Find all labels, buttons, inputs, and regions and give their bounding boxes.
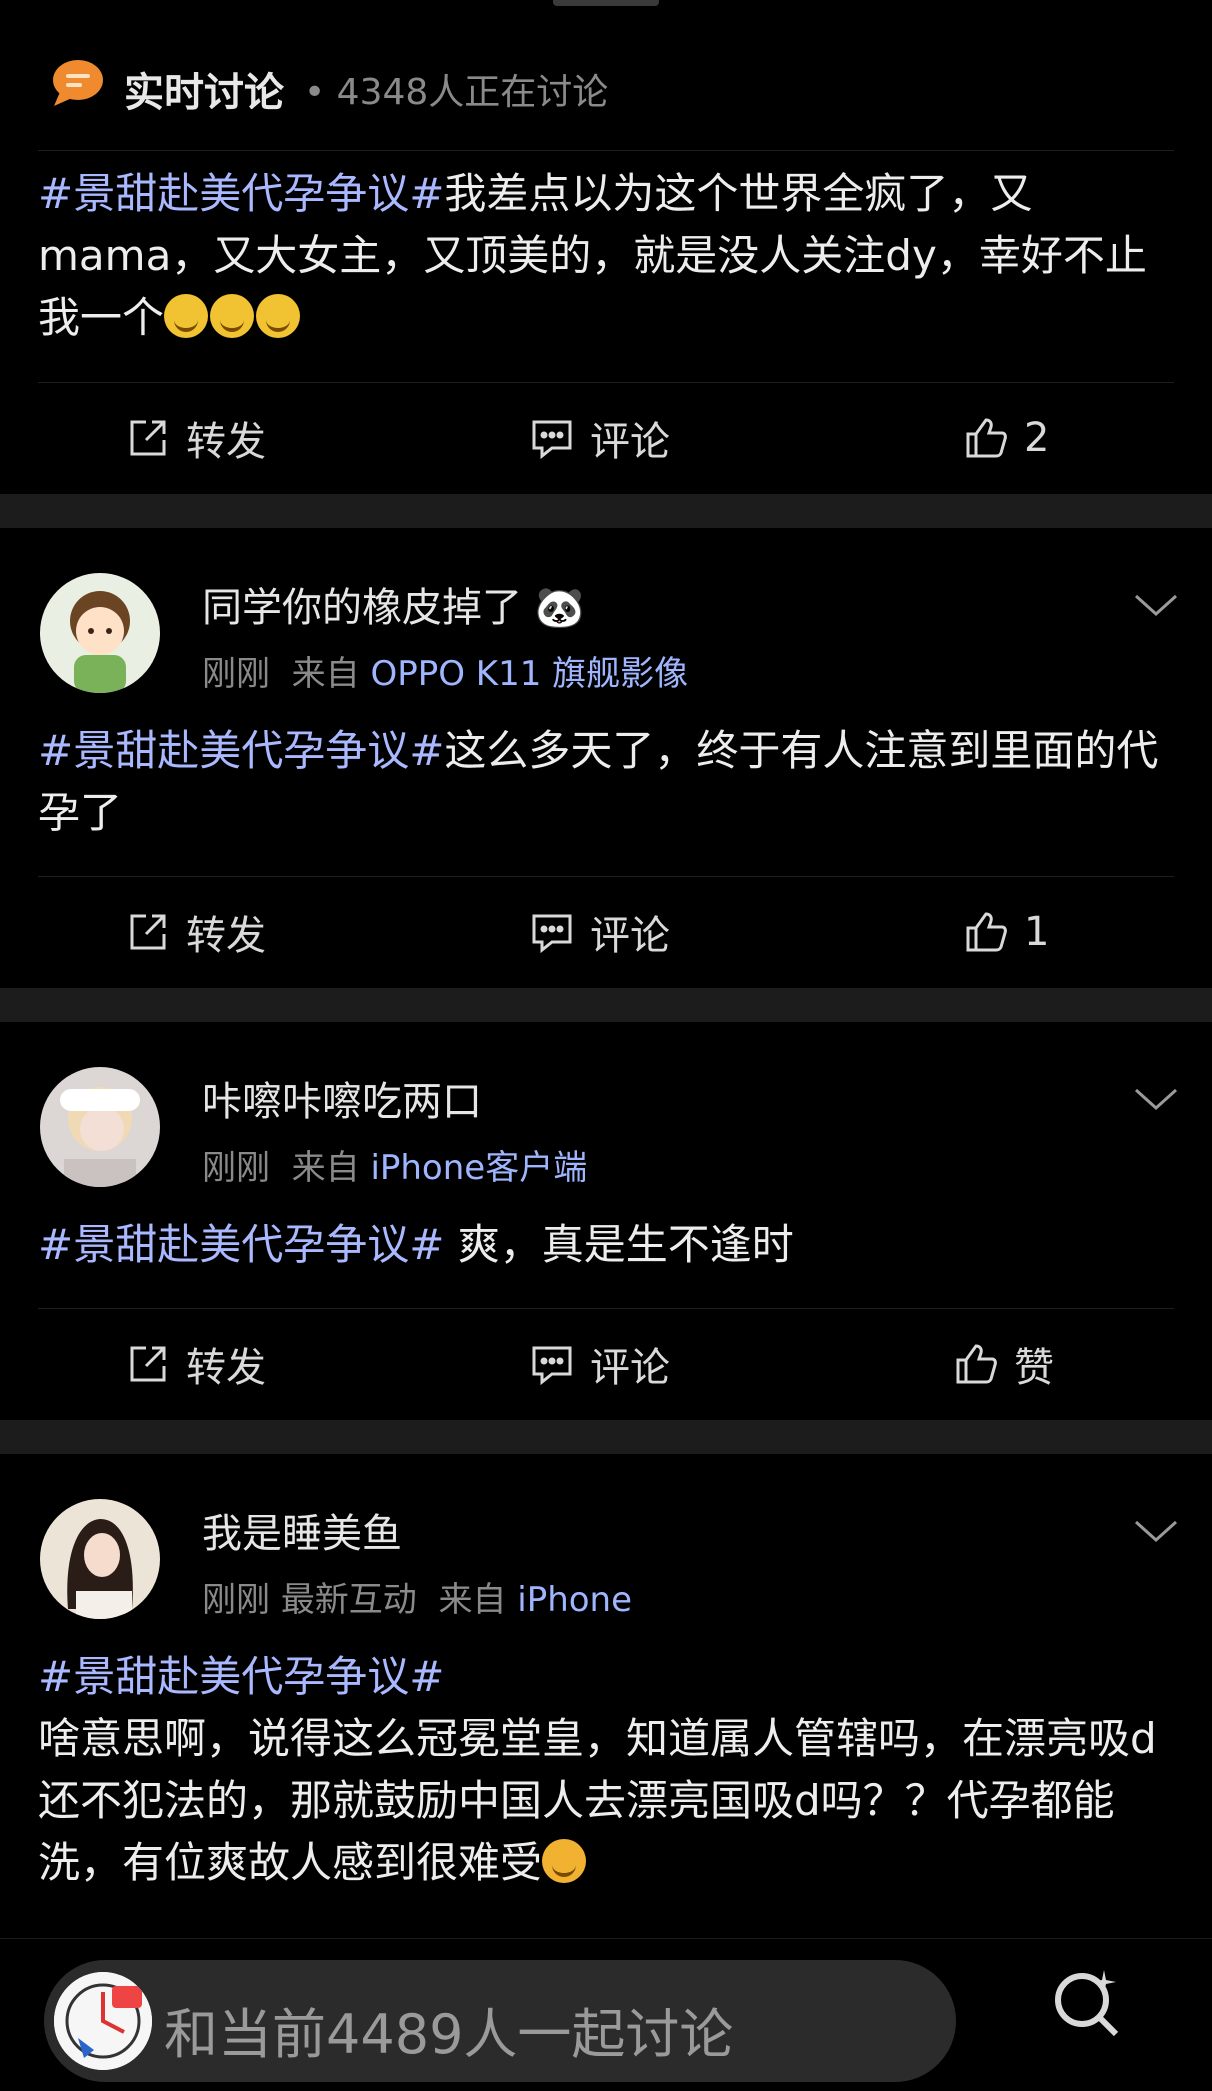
divider: [38, 150, 1174, 151]
post-time: 刚刚: [202, 1580, 270, 1620]
repost-icon: [130, 420, 166, 456]
like-count: 2: [1024, 415, 1050, 461]
topic-tag[interactable]: #景甜赴美代孕争议#: [38, 726, 444, 775]
chevron-down-icon[interactable]: [1132, 590, 1180, 620]
live-discussion-title: 实时讨论: [124, 70, 284, 116]
avatar[interactable]: [40, 1067, 160, 1187]
repost-icon: [130, 914, 166, 950]
post-source[interactable]: iPhone: [517, 1580, 632, 1620]
divider: [38, 1308, 1174, 1309]
username[interactable]: 同学你的橡皮掉了 🐼: [202, 575, 585, 633]
username[interactable]: 咔嚓咔嚓吃两口: [202, 1069, 482, 1127]
post-actions: 转发 评论 2: [0, 398, 1212, 478]
discussion-placeholder: 和当前4489人一起讨论: [164, 2003, 734, 2066]
post-separator: [0, 988, 1212, 1022]
post-body: #景甜赴美代孕争议#我差点以为这个世界全疯了，又mama，又大女主，又顶美的，就…: [38, 163, 1174, 349]
post-source[interactable]: OPPO K11 旗舰影像: [370, 654, 688, 694]
post-actions: 转发 评论 1: [0, 892, 1212, 972]
like-button[interactable]: 1: [962, 892, 1049, 972]
chevron-down-icon[interactable]: [1132, 1084, 1180, 1114]
post-source[interactable]: iPhone客户端: [370, 1148, 587, 1188]
post-body: #景甜赴美代孕争议#这么多天了，终于有人注意到里面的代孕了: [38, 720, 1174, 844]
like-label: 赞: [1014, 1345, 1054, 1391]
grin-emoji: [256, 294, 301, 338]
grin-emoji: [164, 294, 209, 338]
repost-button[interactable]: 转发: [124, 1324, 266, 1404]
post-text: 啥意思啊，说得这么冠冕堂皇，知道属人管辖吗，在漂亮吸d还不犯法的，那就鼓励中国人…: [38, 1714, 1157, 1887]
from-label: 来自: [291, 1148, 360, 1188]
comment-label: 评论: [590, 1345, 670, 1391]
from-label: 来自: [291, 654, 360, 694]
avatar[interactable]: [40, 573, 160, 693]
thumbs-up-icon: [966, 418, 1007, 458]
repost-button[interactable]: 转发: [124, 892, 266, 972]
chat-bubble-icon: [53, 60, 103, 106]
topic-tag[interactable]: #景甜赴美代孕争议#: [38, 1646, 1174, 1708]
from-label: 来自: [438, 1580, 507, 1620]
repost-label: 转发: [186, 419, 266, 465]
live-discussion-count: • 4348人正在讨论: [304, 72, 609, 113]
like-button[interactable]: 2: [962, 398, 1049, 478]
post-actions: 转发 评论 赞: [0, 1324, 1212, 1404]
comment-icon: [532, 420, 572, 460]
divider: [38, 382, 1174, 383]
like-count: 1: [1024, 909, 1050, 955]
live-discussion-header: 实时讨论 • 4348人正在讨论: [0, 0, 1212, 150]
post-meta: 刚刚 来自 iPhone客户端: [202, 1140, 587, 1189]
comment-icon: [532, 1346, 572, 1386]
repost-icon: [130, 1346, 166, 1382]
post-separator: [0, 494, 1212, 528]
avatar[interactable]: [40, 1499, 160, 1619]
divider: [38, 876, 1174, 877]
comment-button[interactable]: 评论: [528, 398, 670, 478]
comment-label: 评论: [590, 419, 670, 465]
post-time: 刚刚: [202, 1148, 270, 1188]
search-sparkle-icon[interactable]: [1048, 1960, 1128, 2040]
post-text: 爽，真是生不逢时: [444, 1220, 794, 1269]
thumbs-up-icon: [956, 1344, 997, 1384]
post-meta: 刚刚 来自 OPPO K11 旗舰影像: [202, 646, 688, 695]
topic-tag[interactable]: #景甜赴美代孕争议#: [38, 1220, 444, 1269]
grin-emoji: [210, 294, 255, 338]
repost-label: 转发: [186, 913, 266, 959]
like-button[interactable]: 赞: [952, 1324, 1054, 1404]
repost-label: 转发: [186, 1345, 266, 1391]
dizzy-emoji: [542, 1839, 587, 1883]
post-meta: 刚刚 最新互动 来自 iPhone: [202, 1572, 632, 1621]
interaction-label: 最新互动: [280, 1580, 417, 1620]
comment-button[interactable]: 评论: [528, 892, 670, 972]
comment-button[interactable]: 评论: [528, 1324, 670, 1404]
divider: [0, 1938, 1212, 1939]
post-body: #景甜赴美代孕争议# 爽，真是生不逢时: [38, 1214, 1174, 1276]
my-avatar: [54, 1972, 152, 2070]
username[interactable]: 我是睡美鱼: [202, 1501, 402, 1559]
post-time: 刚刚: [202, 654, 270, 694]
repost-button[interactable]: 转发: [124, 398, 266, 478]
topic-tag[interactable]: #景甜赴美代孕争议#: [38, 169, 444, 218]
comment-icon: [532, 914, 572, 954]
post-body: #景甜赴美代孕争议# 啥意思啊，说得这么冠冕堂皇，知道属人管辖吗，在漂亮吸d还不…: [38, 1646, 1174, 1894]
comment-label: 评论: [590, 913, 670, 959]
chevron-down-icon[interactable]: [1132, 1516, 1180, 1546]
post-separator: [0, 1420, 1212, 1454]
thumbs-up-icon: [966, 912, 1007, 952]
